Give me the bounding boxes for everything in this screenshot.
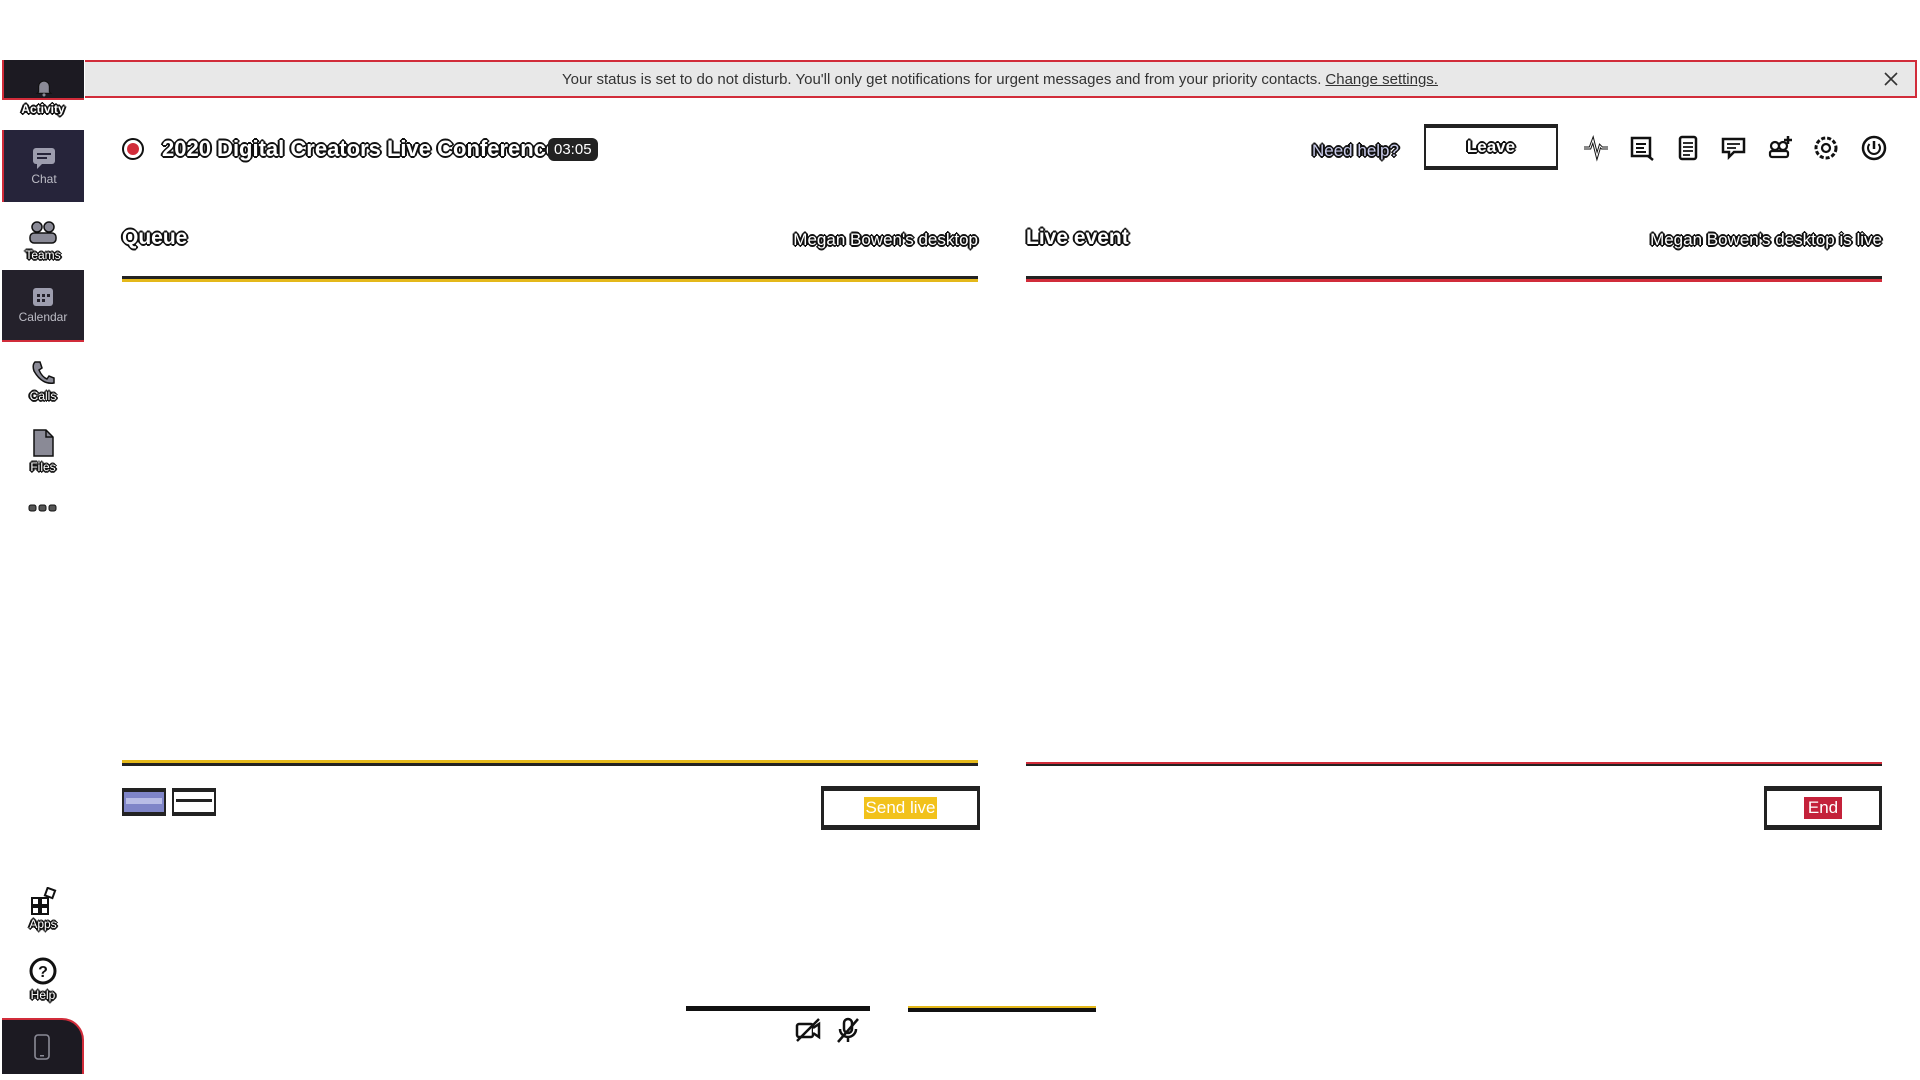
banner-message: Your status is set to do not disturb. Yo… — [562, 70, 1322, 88]
qa-icon[interactable] — [1720, 134, 1748, 162]
dnd-banner: Your status is set to do not disturb. Yo… — [85, 60, 1917, 98]
camera-off-icon[interactable] — [794, 1016, 822, 1044]
event-timer: 03:05 — [548, 138, 598, 161]
rail-item-more[interactable] — [2, 480, 84, 536]
rail-item-label: Apps — [29, 917, 57, 931]
queue-preview[interactable] — [122, 276, 978, 766]
file-icon — [33, 429, 54, 457]
rail-item-label: Calendar — [18, 310, 68, 324]
settings-icon[interactable] — [1812, 134, 1840, 162]
send-live-label: Send live — [863, 797, 938, 819]
recording-indicator-icon — [122, 138, 144, 160]
rail-item-files[interactable]: Files — [2, 418, 84, 484]
leave-button[interactable]: Leave — [1424, 124, 1558, 170]
close-icon[interactable] — [1881, 69, 1901, 89]
queue-source-label: Megan Bowen's desktop — [793, 230, 978, 249]
bell-icon — [35, 80, 53, 97]
rail-item-apps[interactable]: Apps — [2, 876, 84, 942]
rail-item-mobile[interactable] — [2, 1018, 84, 1074]
single-layout-button[interactable] — [122, 788, 166, 816]
mic-off-icon[interactable] — [834, 1016, 862, 1044]
end-label: End — [1803, 797, 1843, 819]
more-icon — [28, 504, 57, 512]
chat-icon — [33, 148, 55, 169]
app-rail: Activity Chat Teams Calendar Calls Files… — [0, 60, 85, 1080]
teams-icon — [29, 221, 57, 244]
rail-item-chat[interactable]: Chat — [2, 130, 84, 202]
end-button[interactable]: End — [1764, 786, 1882, 830]
split-layout-button[interactable] — [172, 788, 216, 816]
mobile-icon — [34, 1034, 50, 1060]
add-people-icon[interactable] — [1766, 134, 1794, 162]
rail-item-label: Teams — [25, 248, 61, 262]
rail-item-activity[interactable] — [2, 60, 84, 100]
svg-text:?: ? — [38, 964, 48, 981]
power-icon[interactable] — [1860, 134, 1888, 162]
rail-item-label: Calls — [29, 389, 57, 403]
rail-item-label: Activity — [21, 102, 65, 116]
notes-icon[interactable] — [1674, 134, 1702, 162]
event-title: 2020 Digital Creators Live Conference — [162, 136, 559, 161]
live-event-title: Live event — [1026, 226, 1129, 249]
rail-item-help[interactable]: ? Help — [2, 946, 84, 1012]
rail-item-calls[interactable]: Calls — [2, 348, 84, 414]
calendar-icon — [33, 288, 53, 306]
apps-icon — [31, 887, 57, 915]
change-settings-link[interactable]: Change settings. — [1325, 71, 1438, 88]
health-icon[interactable] — [1582, 134, 1610, 162]
need-help-link[interactable]: Need help? — [1312, 141, 1399, 161]
queue-title: Queue — [122, 226, 188, 249]
rail-item-calendar[interactable]: Calendar — [2, 270, 84, 342]
phone-icon — [32, 361, 55, 384]
transcript-icon[interactable] — [1628, 134, 1656, 162]
rail-item-label: Help — [30, 988, 56, 1002]
help-icon: ? — [29, 957, 57, 985]
rail-item-label: Chat — [31, 172, 57, 186]
live-source-label: Megan Bowen's desktop is live — [1650, 230, 1882, 249]
rail-item-label: Files — [30, 460, 56, 474]
bottom-divider — [686, 1006, 870, 1011]
bottom-divider-accent — [908, 1006, 1096, 1012]
live-preview[interactable] — [1026, 276, 1882, 766]
rail-item-teams[interactable]: Teams — [2, 208, 84, 274]
send-live-button[interactable]: Send live — [821, 786, 980, 830]
